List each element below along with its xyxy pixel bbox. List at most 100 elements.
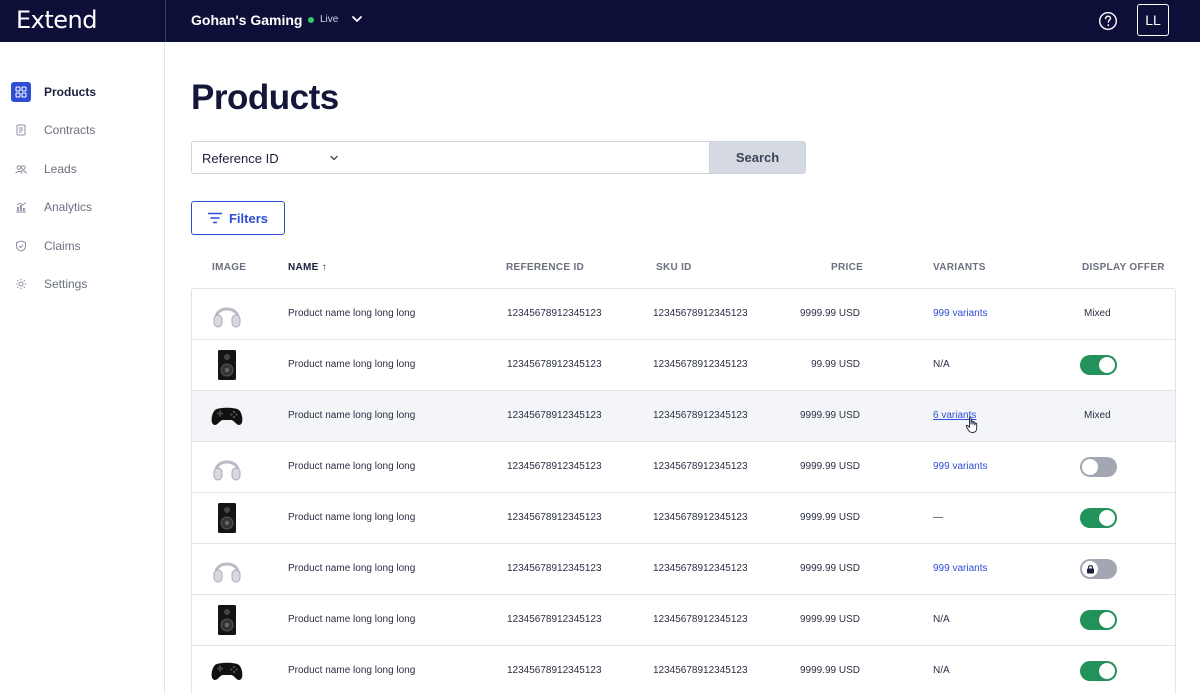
toggle-knob: [1099, 357, 1115, 373]
reference-id: 12345678912345123: [507, 308, 602, 319]
live-status-dot: [308, 17, 314, 23]
store-name[interactable]: Gohan's Gaming: [191, 12, 302, 28]
speaker-icon: [210, 604, 244, 636]
live-status-label: Live: [320, 14, 339, 25]
sku-id: 12345678912345123: [653, 512, 748, 523]
toggle-knob: [1099, 612, 1115, 628]
display-offer-toggle[interactable]: [1080, 508, 1117, 528]
table-row[interactable]: Product name long long long 1234567891234…: [192, 595, 1175, 646]
sort-arrow-icon: ↑: [321, 262, 328, 273]
product-name: Product name long long long: [288, 308, 416, 319]
product-name: Product name long long long: [288, 359, 416, 370]
column-header-display-offer: DISPLAY OFFER: [1082, 262, 1165, 273]
variants: N/A: [933, 359, 950, 370]
user-avatar[interactable]: LL: [1137, 4, 1169, 36]
filter-icon: [207, 212, 222, 224]
display-offer-toggle[interactable]: [1080, 355, 1117, 375]
grid-icon: [11, 82, 31, 102]
product-name: Product name long long long: [288, 614, 416, 625]
product-name: Product name long long long: [288, 461, 416, 472]
search-input[interactable]: [348, 141, 710, 174]
price: 9999.99 USD: [799, 665, 860, 676]
sku-id: 12345678912345123: [653, 359, 748, 370]
sku-id: 12345678912345123: [653, 461, 748, 472]
sidebar-item-label: Claims: [44, 239, 81, 253]
product-name: Product name long long long: [288, 563, 416, 574]
extend-logo[interactable]: Extend: [16, 6, 98, 34]
headphones-icon: [210, 298, 244, 330]
help-icon[interactable]: [1098, 11, 1118, 31]
column-header-image: IMAGE: [212, 262, 247, 273]
sidebar-item-label: Leads: [44, 162, 77, 176]
headphones-icon: [210, 553, 244, 585]
display-offer-toggle-locked[interactable]: [1080, 559, 1117, 579]
sidebar: Products Contracts Leads Analytics Claim…: [0, 42, 165, 694]
sidebar-item-analytics[interactable]: Analytics: [11, 196, 161, 218]
column-header-price: PRICE: [831, 262, 864, 273]
column-header-label: NAME: [288, 262, 319, 273]
variants[interactable]: 999 variants: [933, 461, 987, 472]
toggle-knob: [1099, 663, 1115, 679]
page-title: Products: [191, 78, 339, 117]
leads-icon: [11, 159, 31, 179]
product-name: Product name long long long: [288, 665, 416, 676]
filters-button[interactable]: Filters: [191, 201, 285, 235]
column-header-name[interactable]: NAME ↑: [288, 262, 327, 273]
display-offer-mixed: Mixed: [1084, 308, 1111, 319]
lock-icon: [1082, 561, 1098, 577]
table-row[interactable]: Product name long long long 1234567891234…: [192, 442, 1175, 493]
table-row[interactable]: Product name long long long 1234567891234…: [192, 340, 1175, 391]
filters-label: Filters: [228, 210, 268, 226]
table-row[interactable]: Product name long long long 1234567891234…: [192, 493, 1175, 544]
search-button[interactable]: Search: [709, 141, 806, 174]
toggle-knob: [1082, 459, 1098, 475]
sidebar-item-label: Contracts: [44, 123, 96, 137]
speaker-icon: [210, 349, 244, 381]
gamepad-icon: [210, 400, 244, 432]
sidebar-item-label: Products: [44, 85, 97, 99]
hand-cursor-icon: [965, 416, 978, 433]
sidebar-item-label: Settings: [44, 277, 88, 291]
sidebar-item-products[interactable]: Products: [11, 81, 161, 103]
sidebar-item-label: Analytics: [44, 200, 93, 214]
sku-id: 12345678912345123: [653, 614, 748, 625]
sidebar-item-settings[interactable]: Settings: [11, 273, 161, 295]
search-bar: Reference ID Search: [191, 141, 806, 174]
sidebar-item-claims[interactable]: Claims: [11, 235, 161, 257]
chevron-down-icon[interactable]: [329, 153, 339, 163]
reference-id: 12345678912345123: [507, 512, 602, 523]
price: 9999.99 USD: [799, 512, 860, 523]
display-offer-toggle[interactable]: [1080, 661, 1117, 681]
contract-icon: [11, 120, 31, 140]
variants[interactable]: 999 variants: [933, 308, 987, 319]
column-header-variants: VARIANTS: [933, 262, 986, 273]
sku-id: 12345678912345123: [653, 410, 748, 421]
price: 9999.99 USD: [799, 308, 860, 319]
display-offer-mixed: Mixed: [1084, 410, 1111, 421]
reference-id: 12345678912345123: [507, 461, 602, 472]
price: 9999.99 USD: [799, 614, 860, 625]
display-offer-toggle[interactable]: [1080, 610, 1117, 630]
table-row[interactable]: Product name long long long 1234567891234…: [192, 544, 1175, 595]
sku-id: 12345678912345123: [653, 308, 748, 319]
reference-id: 12345678912345123: [507, 359, 602, 370]
shield-icon: [11, 236, 31, 256]
sidebar-item-leads[interactable]: Leads: [11, 158, 161, 180]
sidebar-item-contracts[interactable]: Contracts: [11, 119, 161, 141]
table-row[interactable]: Product name long long long 1234567891234…: [192, 289, 1175, 340]
variants: N/A: [933, 614, 950, 625]
headphones-icon: [210, 451, 244, 483]
reference-id: 12345678912345123: [507, 410, 602, 421]
chevron-down-icon[interactable]: [350, 12, 364, 26]
top-bar: Extend Gohan's Gaming Live LL: [0, 0, 1200, 42]
speaker-icon: [210, 502, 244, 534]
column-header-reference-id: REFERENCE ID: [506, 262, 585, 273]
variants: —: [933, 512, 943, 523]
table-row[interactable]: Product name long long long 1234567891234…: [192, 646, 1175, 694]
variants[interactable]: 999 variants: [933, 563, 987, 574]
topbar-divider: [165, 0, 166, 42]
table-row[interactable]: Product name long long long 1234567891234…: [192, 391, 1175, 442]
column-header-sku-id: SKU ID: [656, 262, 692, 273]
search-field-select[interactable]: Reference ID: [191, 141, 349, 174]
display-offer-toggle[interactable]: [1080, 457, 1117, 477]
